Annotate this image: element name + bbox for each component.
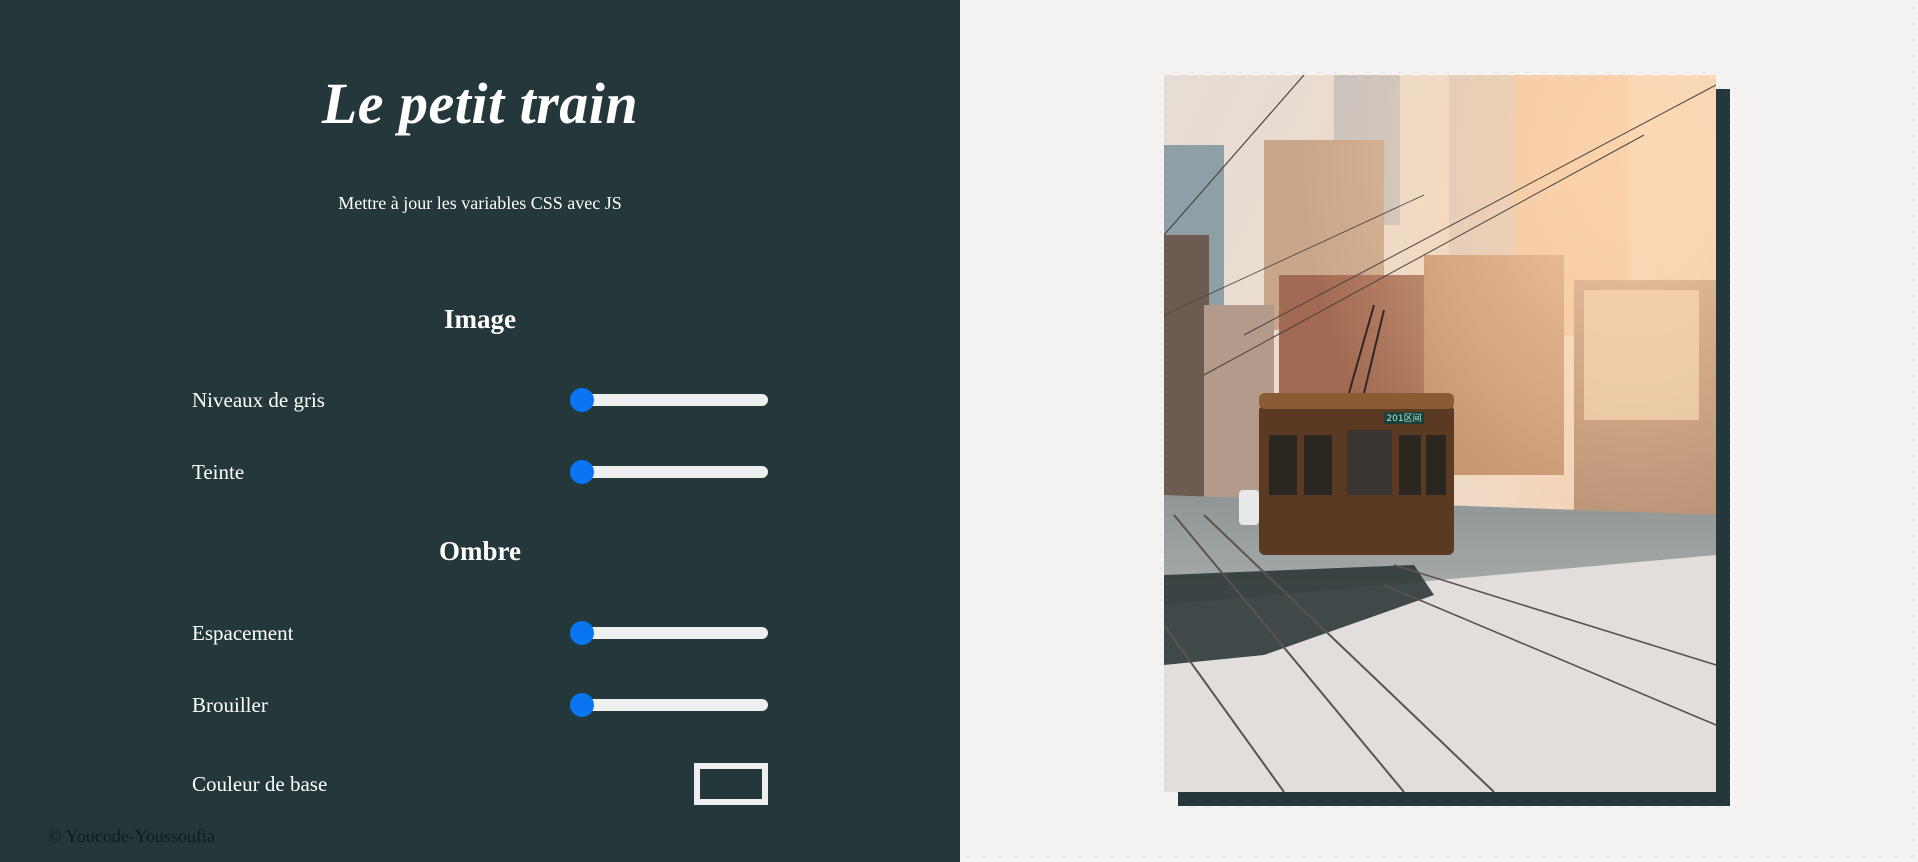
base-color-label: Couleur de base: [192, 771, 328, 796]
base-color-control: Couleur de base: [192, 763, 768, 805]
footer-credit: © Youcode-Youssoufia: [48, 826, 215, 846]
hue-slider-thumb[interactable]: [570, 460, 594, 484]
hue-label: Teinte: [192, 459, 245, 484]
page-subtitle: Mettre à jour les variables CSS avec JS: [338, 193, 622, 213]
blur-slider[interactable]: [570, 693, 768, 717]
tram-photo-illustration: 201区间: [1164, 75, 1716, 792]
grayscale-control: Niveaux de gris: [192, 380, 768, 420]
section-title-shadow: Ombre: [439, 536, 521, 566]
blur-control: Brouiller: [192, 685, 768, 725]
grayscale-label: Niveaux de gris: [192, 387, 325, 412]
hue-control: Teinte: [192, 452, 768, 492]
hue-slider[interactable]: [570, 460, 768, 484]
base-color-picker[interactable]: [694, 763, 768, 805]
spacing-slider[interactable]: [570, 621, 768, 645]
grayscale-slider[interactable]: [570, 388, 768, 412]
blur-slider-thumb[interactable]: [570, 693, 594, 717]
spacing-control: Espacement: [192, 613, 768, 653]
tram-photo: 201区间: [1164, 75, 1716, 792]
blur-label: Brouiller: [192, 692, 268, 717]
section-title-image: Image: [444, 304, 516, 334]
tram-sign: 201区间: [1386, 412, 1421, 424]
grayscale-slider-thumb[interactable]: [570, 388, 594, 412]
spacing-label: Espacement: [192, 620, 294, 645]
page-title: Le petit train: [321, 71, 639, 136]
controls-panel: Le petit train Mettre à jour les variabl…: [0, 0, 960, 862]
spacing-slider-thumb[interactable]: [570, 621, 594, 645]
preview-stage: 201区间: [960, 0, 1918, 862]
